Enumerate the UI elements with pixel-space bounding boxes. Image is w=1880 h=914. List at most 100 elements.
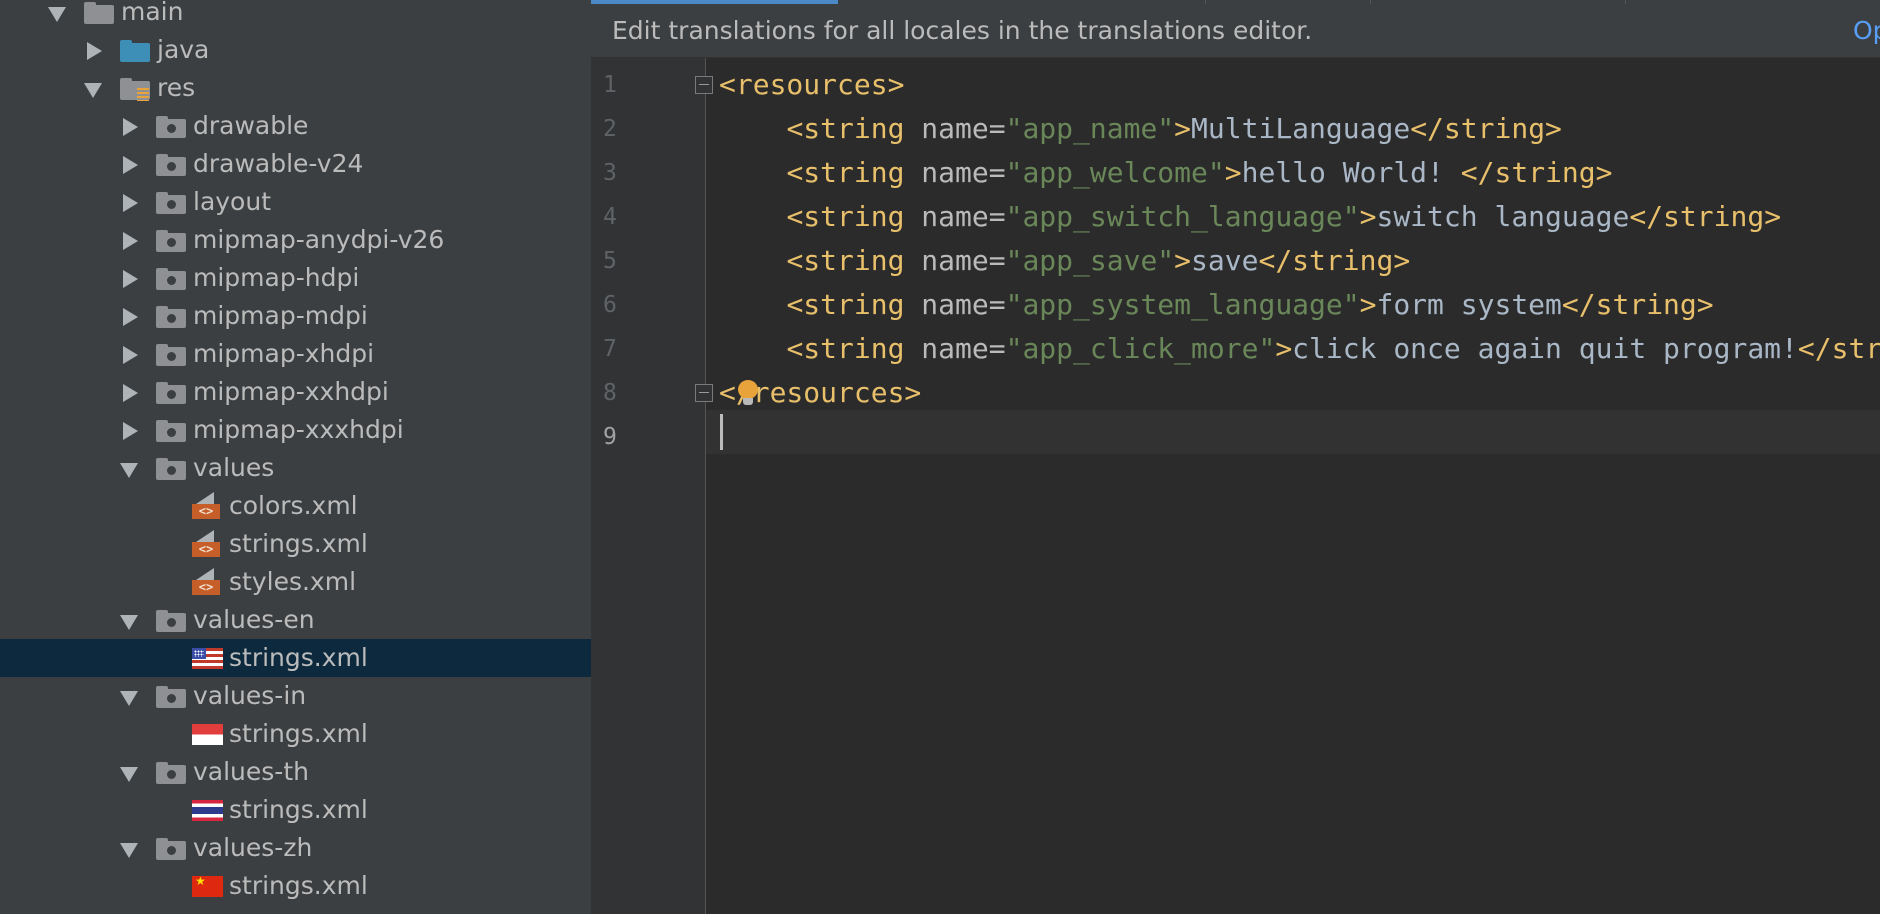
code-token: > [1359,200,1377,233]
line-number: 5 [603,248,617,274]
chevron-down-icon[interactable] [119,753,141,791]
tree-folder-row[interactable]: drawable-v24 [0,145,591,183]
tree-folder-row[interactable]: layout [0,183,591,221]
code-token: save [1191,244,1259,277]
tree-folder-row[interactable]: values-en [0,601,591,639]
code-line[interactable]: <string name="app_welcome">hello World! … [719,151,1612,195]
chevron-right-icon[interactable] [119,373,141,411]
tree-folder-row[interactable]: values [0,449,591,487]
folder-dot-icon [167,428,176,437]
text-caret [720,414,723,450]
fold-marker-icon[interactable] [695,76,713,94]
line-number: 1 [603,72,617,98]
chevron-right-icon[interactable] [83,31,105,69]
resource-folder-icon [156,335,186,373]
tree-item-label: layout [193,187,272,216]
xml-badge-icon: <> [192,504,220,519]
chevron-down-icon[interactable] [83,69,105,107]
tree-file-row[interactable]: <> strings.xml [0,525,591,563]
code-token: name= [921,332,1006,365]
folder-dot-icon [167,276,176,285]
code-token: "app_save" [1005,244,1175,277]
tree-file-row[interactable]: <> colors.xml [0,487,591,525]
code-token: </string> [1410,112,1562,145]
gutter-divider [705,58,706,914]
intention-bulb-icon[interactable] [738,380,758,406]
chevron-right-icon[interactable] [119,259,141,297]
chevron-right-icon[interactable] [119,145,141,183]
chevron-down-icon[interactable] [119,829,141,867]
tree-folder-row[interactable]: java [0,31,591,69]
tree-item-label: mipmap-anydpi-v26 [193,225,445,254]
tree-file-row[interactable]: <> styles.xml [0,563,591,601]
code-line[interactable]: <string name="app_name">MultiLanguage</s… [719,107,1562,151]
chevron-down-icon[interactable] [119,601,141,639]
code-token: name= [921,112,1006,145]
chevron-right-icon[interactable] [119,335,141,373]
chevron-right-icon[interactable] [119,221,141,259]
line-number: 3 [603,160,617,186]
tree-item-label: strings.xml [229,795,368,824]
tree-item-label: values-zh [193,833,313,862]
resource-folder-icon [156,449,186,487]
folder-icon [84,0,114,31]
tree-folder-row[interactable]: mipmap-anydpi-v26 [0,221,591,259]
tree-folder-row[interactable]: mipmap-mdpi [0,297,591,335]
code-token: click once again quit program! [1292,332,1798,365]
tree-folder-row[interactable]: main [0,0,591,31]
resource-lines-icon [137,88,149,101]
tree-folder-row[interactable]: mipmap-xxhdpi [0,373,591,411]
tree-file-row[interactable]: strings.xml [0,639,591,677]
tree-folder-row[interactable]: values-th [0,753,591,791]
flag-id-icon [192,724,223,745]
code-token: name= [921,200,1006,233]
chevron-down-icon[interactable] [119,677,141,715]
line-number: 4 [603,204,617,230]
tree-item-label: mipmap-xhdpi [193,339,375,368]
code-editor[interactable]: Edit translations for all locales in the… [591,0,1880,914]
resource-folder-icon [156,601,186,639]
folder-dot-icon [167,124,176,133]
tree-folder-row[interactable]: mipmap-hdpi [0,259,591,297]
tree-folder-row[interactable]: res [0,69,591,107]
code-token: "app_system_language" [1005,288,1360,321]
open-editor-link[interactable]: Op [1853,4,1880,57]
folder-dot-icon [167,618,176,627]
java-source-folder-icon [120,31,150,69]
folder-dot-icon [167,846,176,855]
code-line[interactable]: <string name="app_save">save</string> [719,239,1410,283]
tree-file-row[interactable]: strings.xml [0,791,591,829]
code-token: hello World! [1241,156,1461,189]
line-number-gutter[interactable]: 1 2 3 4 5 6 7 8 9 [591,58,706,914]
code-token: <resources> [719,68,905,101]
chevron-down-icon[interactable] [47,0,69,31]
tree-folder-row[interactable]: values-zh [0,829,591,867]
code-token: </string> [1797,332,1880,365]
folder-dot-icon [167,352,176,361]
tree-folder-row[interactable]: mipmap-xhdpi [0,335,591,373]
tree-folder-row[interactable]: mipmap-xxxhdpi [0,411,591,449]
resource-folder-icon [156,829,186,867]
chevron-right-icon[interactable] [119,297,141,335]
code-line[interactable]: <resources> [719,63,904,107]
folder-dot-icon [167,390,176,399]
tree-file-row[interactable]: strings.xml [0,867,591,905]
code-token: </string> [1629,200,1782,233]
tree-folder-row[interactable]: values-in [0,677,591,715]
code-token: </string> [1460,156,1613,189]
code-token: form system [1376,288,1562,321]
chevron-right-icon[interactable] [119,411,141,449]
chevron-down-icon[interactable] [119,449,141,487]
code-line[interactable]: <string name="app_system_language">form … [719,283,1713,327]
tree-item-label: mipmap-mdpi [193,301,368,330]
tree-file-row[interactable]: strings.xml [0,715,591,753]
chevron-right-icon[interactable] [119,107,141,145]
chevron-right-icon[interactable] [119,183,141,221]
translations-notification-bar: Edit translations for all locales in the… [591,4,1880,58]
fold-marker-icon[interactable] [695,384,713,402]
code-line[interactable]: <string name="app_switch_language">switc… [719,195,1781,239]
tree-folder-row[interactable]: drawable [0,107,591,145]
code-line[interactable]: <string name="app_click_more">click once… [719,327,1880,371]
tree-item-label: strings.xml [229,719,368,748]
